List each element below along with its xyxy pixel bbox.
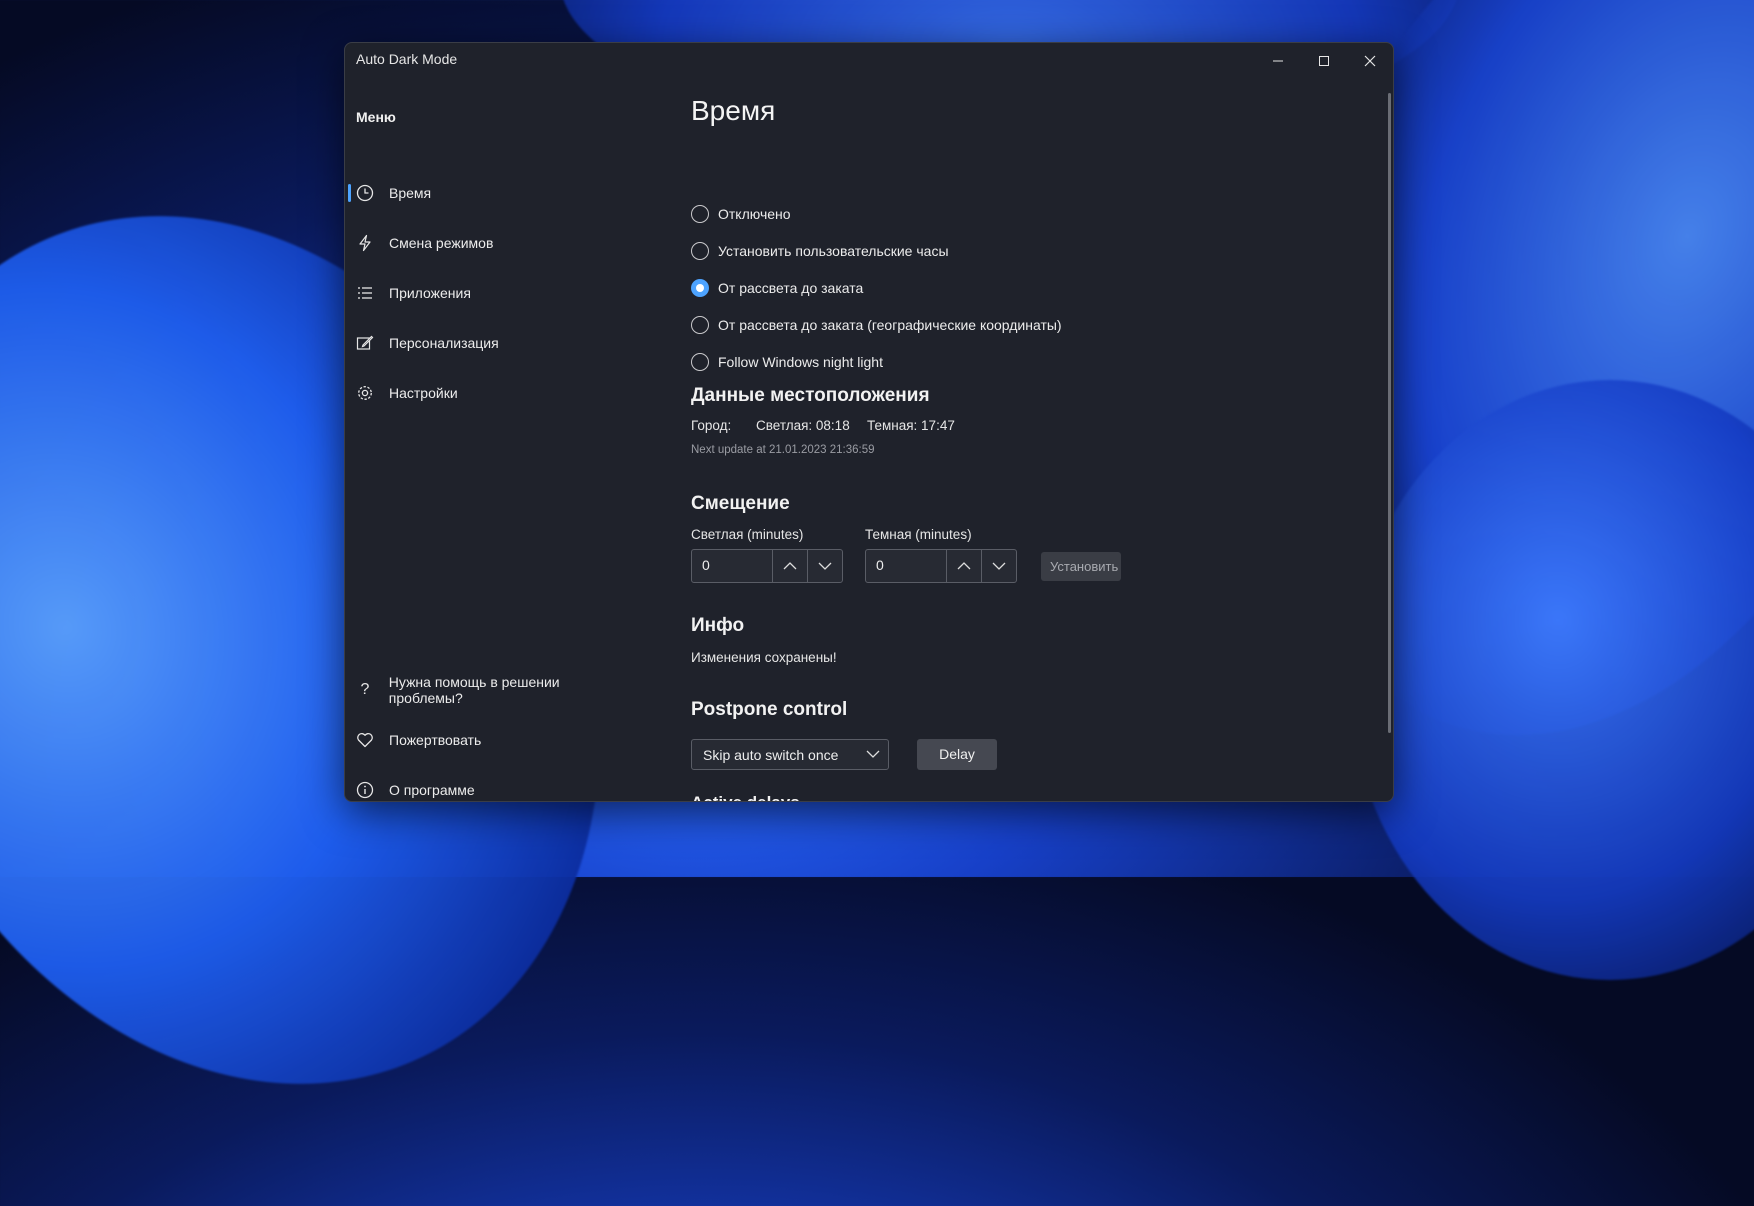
list-icon (355, 283, 375, 303)
heart-icon (355, 730, 375, 750)
dark-time: Темная: 17:47 (867, 418, 955, 433)
radio-label: Follow Windows night light (718, 354, 883, 370)
chevron-down-icon (992, 562, 1006, 570)
info-message: Изменения сохранены! (691, 650, 837, 665)
radio-circle[interactable] (691, 316, 709, 334)
menu-title: Меню (356, 109, 396, 125)
radio-sunset-sunrise[interactable]: От рассвета до заката (691, 276, 863, 300)
active-delays-heading: Active delays (691, 793, 800, 801)
light-offset-value[interactable]: 0 (692, 550, 772, 582)
window-title: Auto Dark Mode (356, 51, 458, 67)
sidebar-item-label: Смена режимов (389, 235, 494, 251)
delay-button[interactable]: Delay (917, 739, 997, 770)
radio-label: Отключено (718, 206, 791, 222)
sidebar-item-label: О программе (389, 782, 475, 798)
sidebar-item-help[interactable]: ? Нужна помощь в решении проблемы? (345, 670, 635, 710)
city-label: Город: (691, 418, 732, 433)
chevron-up-icon (957, 562, 971, 570)
decrement-button[interactable] (807, 550, 842, 582)
sidebar-item-mode-switch[interactable]: Смена режимов (345, 223, 635, 263)
decrement-button[interactable] (981, 550, 1016, 582)
radio-label: От рассвета до заката (718, 280, 864, 296)
radio-night-light[interactable]: Follow Windows night light (691, 350, 883, 374)
set-offset-button[interactable]: Установить (1041, 552, 1121, 581)
sidebar-item-apps[interactable]: Приложения (345, 273, 635, 313)
radio-label: Установить пользовательские часы (718, 243, 949, 259)
radio-disabled[interactable]: Отключено (691, 202, 791, 226)
chevron-up-icon (783, 562, 797, 570)
sidebar-item-donate[interactable]: Пожертвовать (345, 720, 635, 760)
sidebar-item-personalization[interactable]: Персонализация (345, 323, 635, 363)
light-offset-stepper[interactable]: 0 (691, 549, 843, 583)
increment-button[interactable] (946, 550, 981, 582)
edit-icon (355, 333, 375, 353)
info-icon (355, 780, 375, 800)
help-icon: ? (360, 681, 370, 698)
page-title: Время (691, 95, 776, 126)
radio-sunset-sunrise-geo[interactable]: От рассвета до заката (географические ко… (691, 313, 1062, 337)
radio-circle[interactable] (691, 205, 709, 223)
offset-heading: Смещение (691, 493, 790, 514)
sidebar-item-label: Пожертвовать (389, 732, 482, 748)
dropdown-value: Skip auto switch once (703, 747, 839, 763)
app-window: Auto Dark Mode Меню Время Смена режимов (344, 42, 1394, 802)
lightning-icon (355, 233, 375, 253)
light-offset-label: Светлая (minutes) (691, 527, 804, 542)
main-content: Время Отключено Установить пользовательс… (691, 43, 1393, 801)
radio-circle[interactable] (691, 353, 709, 371)
gear-icon (355, 383, 375, 403)
dark-offset-value[interactable]: 0 (866, 550, 946, 582)
chevron-down-icon (866, 750, 880, 758)
next-update-text: Next update at 21.01.2023 21:36:59 (691, 444, 875, 456)
info-heading: Инфо (691, 615, 745, 636)
radio-label: От рассвета до заката (географические ко… (718, 317, 1062, 333)
sidebar-item-time[interactable]: Время (345, 173, 635, 213)
scrollbar[interactable] (1388, 93, 1391, 733)
chevron-down-icon (818, 562, 832, 570)
sidebar-item-label: Персонализация (389, 335, 499, 351)
dark-offset-stepper[interactable]: 0 (865, 549, 1017, 583)
sidebar-item-label: Приложения (389, 285, 471, 301)
dark-offset-label: Темная (minutes) (865, 527, 972, 542)
sidebar-item-settings[interactable]: Настройки (345, 373, 635, 413)
radio-custom-hours[interactable]: Установить пользовательские часы (691, 239, 949, 263)
light-time: Светлая: 08:18 (756, 418, 850, 433)
clock-icon (355, 183, 375, 203)
sidebar-item-label: Нужна помощь в решении проблемы? (388, 674, 560, 706)
postpone-dropdown[interactable]: Skip auto switch once (691, 739, 889, 770)
increment-button[interactable] (772, 550, 807, 582)
radio-circle-selected[interactable] (691, 279, 709, 297)
sidebar-item-label: Время (389, 185, 432, 201)
postpone-heading: Postpone control (691, 699, 848, 720)
sidebar-item-label: Настройки (389, 385, 458, 401)
location-heading: Данные местоположения (691, 385, 930, 406)
radio-circle[interactable] (691, 242, 709, 260)
sidebar-item-about[interactable]: О программе (345, 770, 635, 801)
